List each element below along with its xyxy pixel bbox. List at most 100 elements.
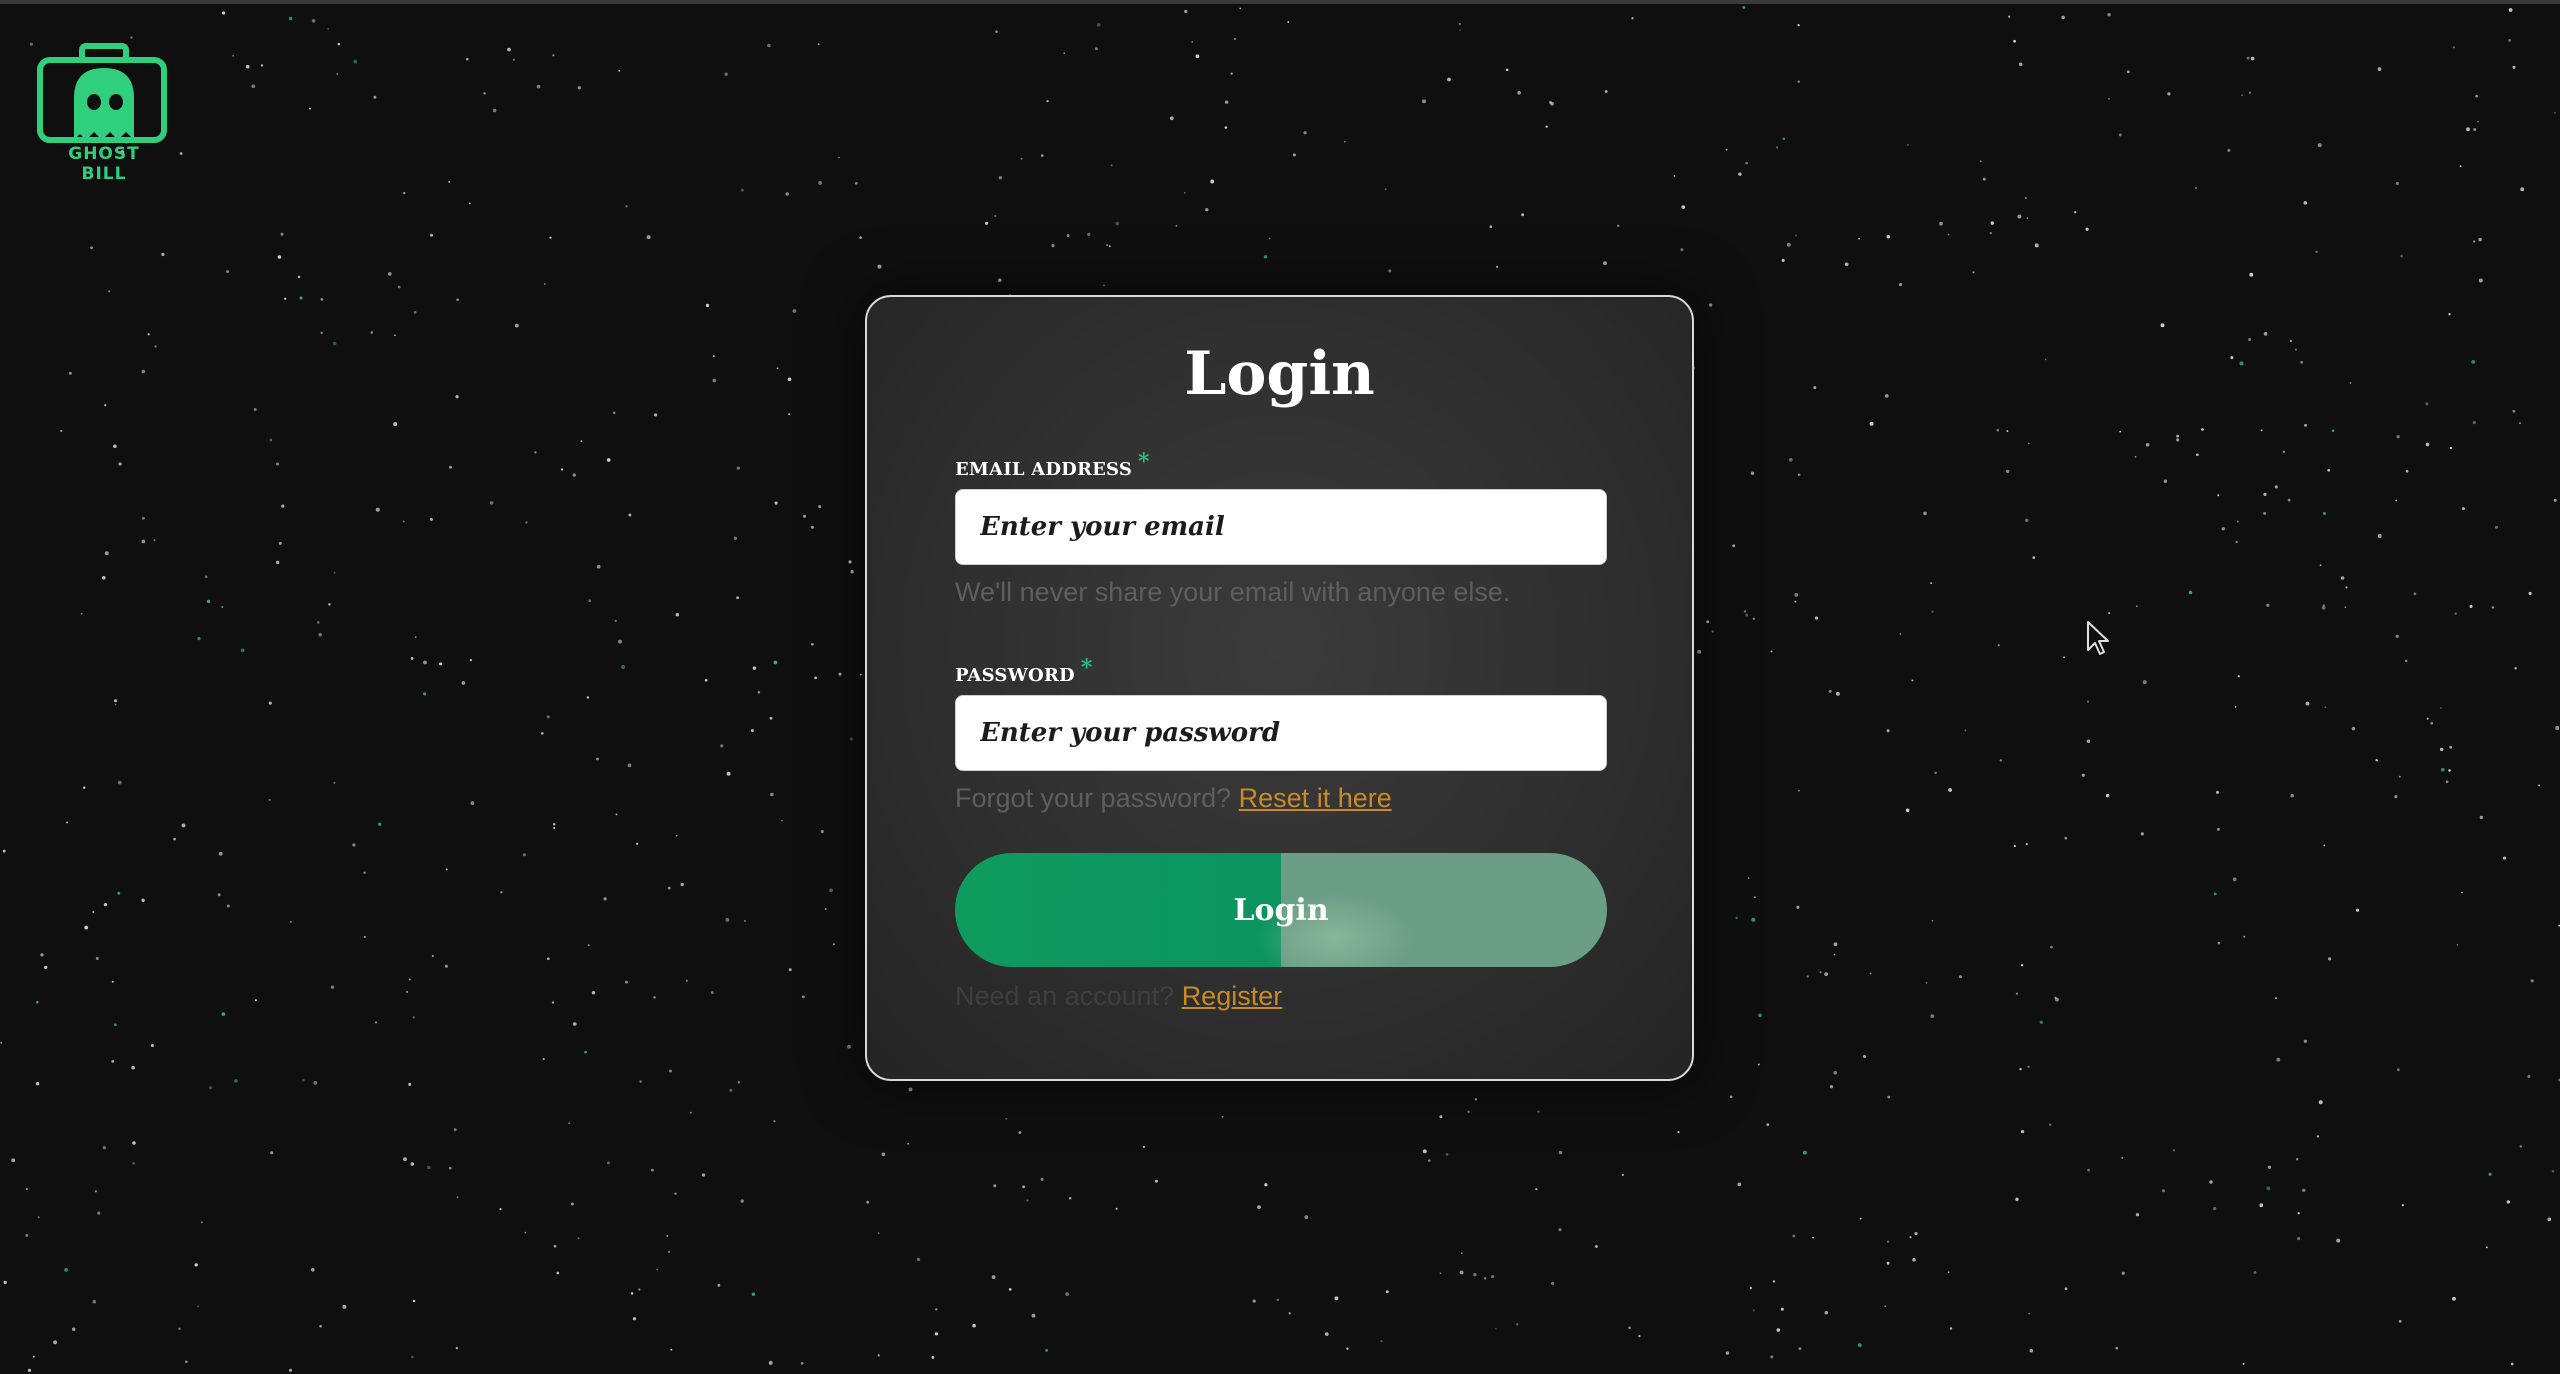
star [2063,656,2065,659]
star [2485,1246,2488,1249]
email-input[interactable] [955,489,1607,565]
star [994,214,997,218]
star [814,676,817,680]
star [2161,1189,2166,1193]
star [222,11,226,15]
star [993,1184,997,1188]
star [1205,208,1209,212]
star [1869,421,1874,426]
star [2454,612,2457,615]
star [333,781,336,784]
star [1495,265,1499,269]
star [2462,507,2465,511]
star [1949,1327,1953,1330]
star [998,278,1002,282]
register-link[interactable]: Register [1182,981,1283,1011]
star [2300,360,2304,364]
star [2321,605,2326,610]
star [1638,1334,1641,1338]
star [1292,153,1296,157]
star [2227,148,2231,152]
star [2276,1057,2281,1062]
star [1681,205,1686,209]
star [2017,214,2022,219]
star [2246,56,2250,60]
login-button[interactable]: Login [955,853,1607,967]
star [1439,1115,1443,1119]
star [2213,892,2217,896]
star [740,188,744,192]
ghost-bill-logo[interactable]: GHOST BILL [36,40,172,184]
star [832,943,835,946]
register-row: Need an account? Register [955,981,1282,1012]
star [2086,739,2091,743]
star [615,813,618,816]
star [113,1023,117,1027]
star [2491,606,2495,609]
reset-password-link[interactable]: Reset it here [1239,783,1392,813]
star [1154,1179,1158,1183]
star [1781,258,1785,262]
star [1385,1290,1389,1294]
star [84,925,89,930]
star [1422,99,1426,104]
star [2086,700,2090,703]
star [2551,1169,2555,1173]
star [1304,1215,1309,1219]
star [226,270,230,274]
star [197,636,201,641]
star [1930,582,1933,585]
star [1925,982,1928,984]
star [2398,1319,2402,1323]
star [801,995,805,999]
star [725,917,730,922]
star [2,849,6,853]
star [200,1221,203,1224]
star [995,30,998,33]
star [2323,844,2326,847]
star [525,521,528,524]
star [2502,856,2507,860]
star [1886,729,1890,733]
star [785,192,789,196]
star [553,823,556,826]
star [1862,1054,1867,1059]
star [1829,1085,1834,1089]
star [2176,438,2180,442]
star [403,191,406,195]
email-required-marker: * [1138,449,1150,475]
star [412,1299,416,1303]
star [1191,41,1193,43]
star [260,64,264,67]
star [810,525,814,529]
star [1912,1257,1916,1262]
star [0,1041,3,1044]
star [445,868,448,871]
star [991,1275,996,1279]
star [2064,1287,2068,1291]
star [141,539,146,544]
star [2327,468,2331,472]
star [1884,1305,1887,1308]
star [770,792,774,797]
star [536,84,541,89]
star [141,369,146,374]
star [1384,188,1387,191]
star [2121,1156,2124,1159]
star [1798,789,1800,792]
star [370,331,374,334]
star [1459,29,1461,31]
star [113,699,118,703]
star [32,1355,35,1358]
star [2479,815,2483,820]
star [2234,706,2237,708]
star [859,236,862,239]
star [2119,430,2122,433]
star [1828,689,1832,693]
star [232,54,235,57]
star [268,798,271,801]
star [429,517,433,521]
star [1224,100,1229,104]
password-input[interactable] [955,695,1607,771]
star [2425,442,2430,447]
